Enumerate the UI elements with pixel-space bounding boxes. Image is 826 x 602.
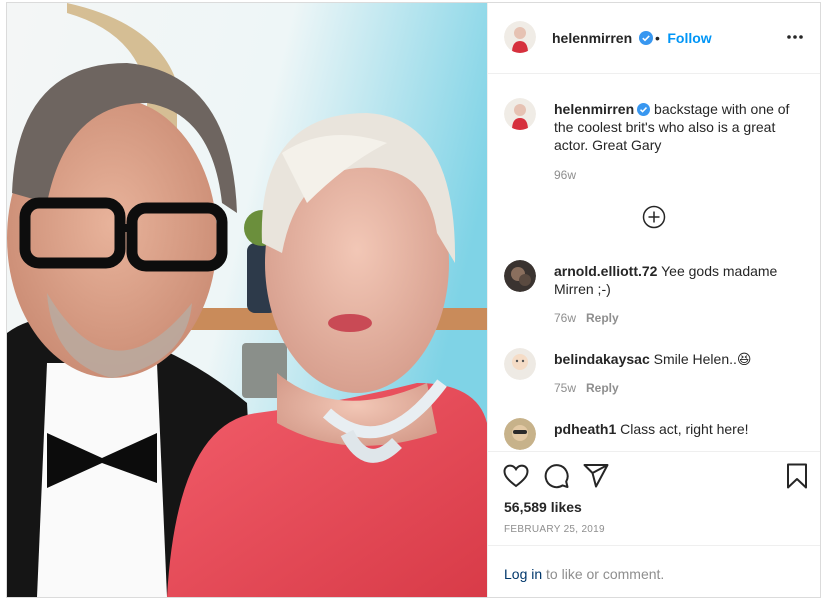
login-prompt: Log in to like or comment. [504, 566, 664, 582]
comment-text: Smile Helen.. [653, 351, 737, 367]
separator-dot: • [655, 30, 660, 46]
header-username[interactable]: helenmirren [552, 30, 632, 46]
comment-meta: 76w Reply [554, 311, 619, 325]
caption: helenmirren backstage with one of the co… [504, 98, 804, 188]
caption-body: helenmirren backstage with one of the co… [554, 100, 799, 154]
comment-meta: 75w Reply [554, 381, 619, 395]
verified-badge-icon [639, 31, 654, 45]
comment-age[interactable]: 75w [554, 381, 576, 395]
post-date[interactable]: FEBRUARY 25, 2019 [504, 524, 605, 535]
comment-username[interactable]: pdheath1 [554, 421, 616, 437]
login-bar: Log in to like or comment. [488, 545, 820, 597]
reply-button[interactable]: Reply [586, 381, 619, 395]
header-username-group: helenmirren [552, 30, 654, 46]
post-side-panel: helenmirren • Follow helenmirren backsta… [487, 3, 820, 597]
heart-icon[interactable] [502, 462, 530, 490]
comment-icon[interactable] [542, 462, 570, 490]
instagram-post: helenmirren • Follow helenmirren backsta… [6, 2, 821, 598]
selfie-image [7, 3, 487, 597]
comment-item: arnold.elliott.72 Yee gods madame Mirren… [504, 260, 804, 330]
login-prompt-text: to like or comment. [542, 566, 665, 582]
avatar-image [504, 98, 536, 130]
comment-body: belindakaysac Smile Helen..😆 [554, 350, 799, 368]
reply-button[interactable]: Reply [586, 311, 619, 325]
comment-body: arnold.elliott.72 Yee gods madame Mirren… [554, 262, 799, 298]
bookmark-icon[interactable] [783, 462, 811, 490]
avatar[interactable] [504, 348, 536, 380]
avatar-image [504, 21, 536, 53]
avatar-image [504, 260, 536, 292]
follow-group: • Follow [652, 30, 712, 48]
post-photo[interactable] [7, 3, 487, 597]
comment-username[interactable]: arnold.elliott.72 [554, 263, 657, 279]
load-more-icon[interactable] [642, 205, 666, 229]
avatar[interactable] [504, 260, 536, 292]
likes-count[interactable]: 56,589 likes [504, 499, 582, 515]
caption-age[interactable]: 96w [554, 168, 576, 182]
caption-username[interactable]: helenmirren [554, 101, 634, 117]
avatar-image [504, 348, 536, 380]
follow-button[interactable]: Follow [667, 30, 711, 46]
comment-body: pdheath1 Class act, right here! [554, 420, 799, 438]
verified-badge-icon [637, 103, 651, 116]
comment-item: belindakaysac Smile Helen..😆 75w Reply [504, 348, 804, 408]
avatar-image [504, 418, 536, 450]
share-icon[interactable] [582, 462, 610, 490]
comment-username[interactable]: belindakaysac [554, 351, 650, 367]
laughing-emoji: 😆 [736, 351, 752, 367]
comment-item: pdheath1 Class act, right here! [504, 418, 804, 450]
comment-text: Class act, right here! [620, 421, 749, 437]
comments-list[interactable]: helenmirren backstage with one of the co… [488, 74, 820, 450]
avatar[interactable] [504, 98, 536, 130]
post-actions: 56,589 likes FEBRUARY 25, 2019 Log in to… [488, 451, 820, 597]
comment-age[interactable]: 76w [554, 311, 576, 325]
login-link[interactable]: Log in [504, 566, 542, 582]
post-header: helenmirren • Follow [488, 3, 820, 74]
avatar[interactable] [504, 21, 536, 53]
avatar[interactable] [504, 418, 536, 450]
more-options-icon[interactable] [785, 29, 805, 45]
